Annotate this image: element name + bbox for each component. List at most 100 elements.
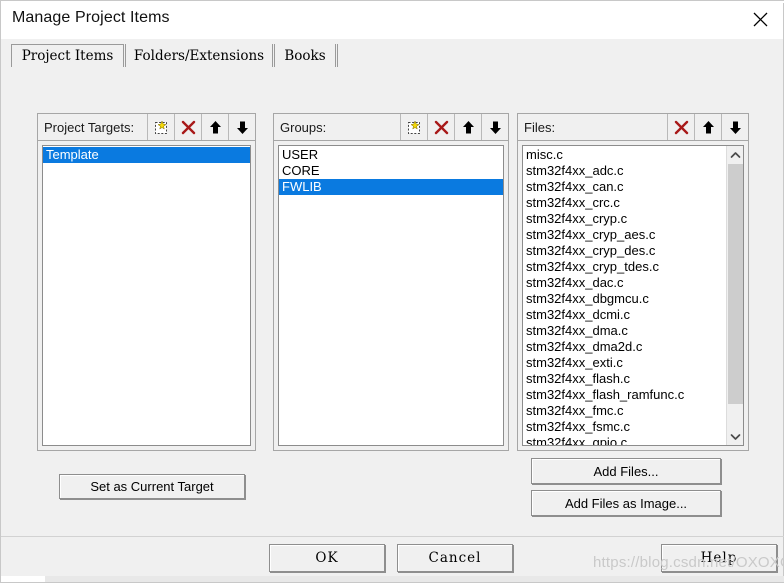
list-item[interactable]: stm32f4xx_flash_ramfunc.c [523, 387, 725, 403]
ok-button[interactable]: OK [269, 544, 385, 572]
files-list: misc.c stm32f4xx_adc.c stm32f4xx_can.c s… [523, 146, 725, 445]
close-icon[interactable] [737, 1, 783, 38]
button-label: OK [315, 550, 339, 566]
add-files-button[interactable]: Add Files... [531, 458, 721, 484]
list-item[interactable]: stm32f4xx_dma2d.c [523, 339, 725, 355]
list-item[interactable]: stm32f4xx_cryp_des.c [523, 243, 725, 259]
button-label: Set as Current Target [90, 479, 214, 494]
list-item[interactable]: USER [279, 147, 503, 163]
list-item-label: stm32f4xx_dma2d.c [526, 339, 643, 354]
list-item[interactable]: stm32f4xx_crc.c [523, 195, 725, 211]
list-item-label: stm32f4xx_adc.c [526, 163, 624, 178]
cancel-button[interactable]: Cancel [397, 544, 513, 572]
list-item[interactable]: stm32f4xx_dbgmcu.c [523, 291, 725, 307]
list-item[interactable]: stm32f4xx_adc.c [523, 163, 725, 179]
list-item-label: stm32f4xx_crc.c [526, 195, 620, 210]
list-item-label: FWLIB [282, 179, 322, 194]
scrollbar-thumb[interactable] [728, 164, 743, 404]
tab-extra[interactable] [337, 44, 352, 67]
list-item-label: misc.c [526, 147, 563, 162]
move-up-icon[interactable] [454, 114, 481, 140]
groups-list: USER CORE FWLIB [279, 146, 503, 445]
list-item[interactable]: stm32f4xx_dcmi.c [523, 307, 725, 323]
button-label: Help [700, 550, 738, 566]
add-files-as-image-button[interactable]: Add Files as Image... [531, 490, 721, 516]
footer-separator [1, 536, 784, 537]
list-item[interactable]: stm32f4xx_dma.c [523, 323, 725, 339]
list-item-label: USER [282, 147, 319, 162]
move-down-icon[interactable] [481, 114, 508, 140]
list-item-label: stm32f4xx_cryp.c [526, 211, 628, 226]
tab-label: Books [284, 47, 326, 64]
files-listbox[interactable]: misc.c stm32f4xx_adc.c stm32f4xx_can.c s… [522, 145, 744, 446]
move-up-icon[interactable] [694, 114, 721, 140]
tab-project-items[interactable]: Project Items [11, 44, 124, 67]
list-item-label: stm32f4xx_dac.c [526, 275, 624, 290]
tab-strip: Project Items Folders/Extensions Books [11, 44, 775, 67]
list-item[interactable]: stm32f4xx_cryp.c [523, 211, 725, 227]
move-up-icon[interactable] [201, 114, 228, 140]
project-targets-panel: Project Targets: Template [37, 113, 256, 451]
list-item-label: stm32f4xx_gpio.c [526, 435, 628, 445]
list-item[interactable]: stm32f4xx_can.c [523, 179, 725, 195]
list-item-label: stm32f4xx_cryp_des.c [526, 243, 656, 258]
chevron-down-icon[interactable] [727, 428, 743, 445]
groups-toolbar [400, 114, 508, 140]
project-targets-label: Project Targets: [44, 119, 135, 135]
list-item[interactable]: misc.c [523, 147, 725, 163]
button-label: Add Files as Image... [564, 495, 688, 511]
list-item-label: stm32f4xx_flash_ramfunc.c [526, 387, 685, 402]
window-bottom-strip [1, 576, 784, 582]
list-item-label: stm32f4xx_fsmc.c [526, 419, 631, 434]
chevron-up-icon[interactable] [727, 146, 743, 163]
files-panel: Files: misc.c stm32f4xx_adc.c stm32f4xx_… [517, 113, 749, 451]
groups-panel: Groups: USER CORE FWLIB [273, 113, 509, 451]
new-item-icon[interactable] [147, 114, 174, 140]
list-item-label: stm32f4xx_dcmi.c [526, 307, 631, 322]
list-item[interactable]: stm32f4xx_flash.c [523, 371, 725, 387]
groups-label: Groups: [280, 119, 327, 135]
delete-icon[interactable] [174, 114, 201, 140]
tab-label: Folders/Extensions [133, 47, 265, 64]
files-header: Files: [518, 114, 748, 141]
list-item-label: stm32f4xx_cryp_tdes.c [526, 259, 659, 274]
list-item[interactable]: stm32f4xx_dac.c [523, 275, 725, 291]
help-button[interactable]: Help [661, 544, 777, 572]
tab-label: Project Items [21, 48, 114, 64]
bottom-strip-nub [1, 576, 45, 582]
new-item-icon[interactable] [400, 114, 427, 140]
list-item[interactable]: stm32f4xx_cryp_aes.c [523, 227, 725, 243]
list-item[interactable]: stm32f4xx_exti.c [523, 355, 725, 371]
list-item[interactable]: Template [43, 147, 250, 163]
move-down-icon[interactable] [228, 114, 255, 140]
list-item[interactable]: FWLIB [279, 179, 503, 195]
files-scrollbar[interactable] [726, 146, 743, 445]
list-item-label: stm32f4xx_cryp_aes.c [526, 227, 656, 242]
page-title: Manage Project Items [12, 9, 170, 26]
project-targets-list: Template [43, 146, 250, 445]
list-item[interactable]: stm32f4xx_cryp_tdes.c [523, 259, 725, 275]
title-bar: Manage Project Items [1, 1, 783, 39]
list-item[interactable]: stm32f4xx_fsmc.c [523, 419, 725, 435]
files-toolbar [667, 114, 748, 140]
list-item-label: CORE [282, 163, 320, 178]
groups-listbox[interactable]: USER CORE FWLIB [278, 145, 504, 446]
list-item-label: stm32f4xx_flash.c [526, 371, 631, 386]
tab-books[interactable]: Books [274, 44, 336, 67]
list-item[interactable]: stm32f4xx_gpio.c [523, 435, 725, 445]
files-label: Files: [524, 119, 556, 135]
list-item[interactable]: stm32f4xx_fmc.c [523, 403, 725, 419]
project-targets-toolbar [147, 114, 255, 140]
list-item-label: stm32f4xx_exti.c [526, 355, 623, 370]
list-item-label: Template [46, 147, 99, 162]
project-targets-listbox[interactable]: Template [42, 145, 251, 446]
button-label: Add Files... [593, 463, 659, 479]
tab-folders-extensions[interactable]: Folders/Extensions [125, 44, 273, 67]
list-item-label: stm32f4xx_fmc.c [526, 403, 624, 418]
delete-icon[interactable] [667, 114, 694, 140]
delete-icon[interactable] [427, 114, 454, 140]
button-label: Cancel [428, 550, 482, 566]
list-item[interactable]: CORE [279, 163, 503, 179]
move-down-icon[interactable] [721, 114, 748, 140]
set-as-current-target-button[interactable]: Set as Current Target [59, 474, 245, 499]
